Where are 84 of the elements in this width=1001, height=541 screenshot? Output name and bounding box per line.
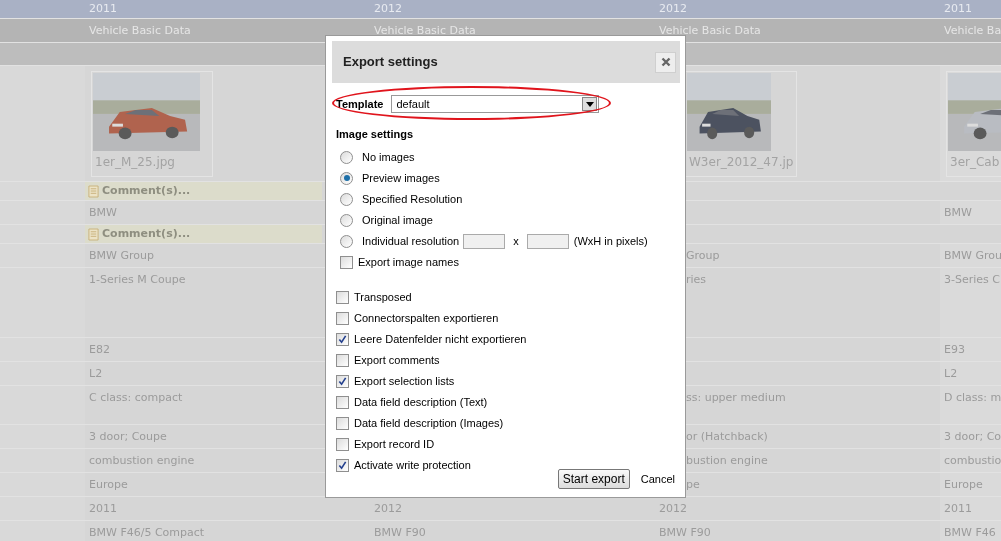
table-cell-text: 2011	[944, 501, 972, 517]
table-cell-text: 3 door; Coupe	[89, 429, 167, 445]
table-cell-text: BMW F46	[944, 525, 996, 541]
close-icon	[660, 57, 671, 67]
table-cell-text: BMW	[944, 205, 972, 221]
radio-button[interactable]	[340, 171, 353, 185]
checkbox[interactable]	[336, 458, 349, 472]
checkbox[interactable]	[336, 374, 349, 388]
hint-label: (WxH in pixels)	[573, 233, 648, 249]
checkbox[interactable]	[336, 311, 349, 325]
start-export-button[interactable]: Start export	[557, 469, 630, 489]
option-label: Preview images	[362, 170, 440, 186]
table-cell-text: BMW F90	[659, 525, 711, 541]
option-label: Individual resolution	[362, 233, 460, 249]
option-label: Export selection lists	[354, 373, 455, 389]
table-cell-text: BMW Group	[89, 248, 154, 264]
checkbox[interactable]	[340, 255, 353, 269]
table-cell-text: 2012	[659, 1, 687, 16]
table-cell-text: BMW	[89, 205, 117, 221]
table-cell-text: BMW Grou	[944, 248, 1001, 264]
table-cell-text: 2012	[659, 501, 687, 517]
option-label: Export comments	[354, 352, 440, 368]
close-button[interactable]	[655, 51, 676, 73]
template-label: Template	[336, 96, 384, 112]
comment-link[interactable]: Comment(s)...	[102, 182, 191, 200]
table-cell-text: Europe	[944, 477, 983, 493]
comment-link[interactable]: Comment(s)...	[102, 225, 191, 243]
option-label: Leere Datenfelder nicht exportieren	[354, 331, 527, 347]
table-cell-text: L2	[89, 366, 103, 382]
table-cell-text: combustion engine	[89, 453, 195, 469]
table-cell-text: 2011	[944, 1, 972, 16]
radio-button[interactable]	[340, 192, 353, 206]
cancel-link[interactable]: Cancel	[640, 470, 675, 488]
table-cell-text: 3 door; Co	[944, 429, 1001, 445]
table-cell-text: ries	[686, 272, 707, 288]
table-cell-text: 3-Series C	[944, 272, 1000, 288]
radio-button[interactable]	[340, 234, 353, 248]
table-cell-text: Group	[686, 248, 720, 264]
option-label: Export image names	[358, 254, 459, 270]
table-cell-text: combustio	[944, 453, 1001, 469]
comment-bar[interactable]: Comment(s)...	[85, 225, 322, 243]
separator-label: x	[513, 233, 519, 249]
width-field[interactable]	[463, 233, 506, 249]
checkbox[interactable]	[336, 332, 349, 346]
checkbox[interactable]	[336, 395, 349, 409]
table-cell-text: C class: compact	[89, 390, 183, 406]
table-cell-text: E93	[944, 342, 965, 358]
table-cell-text: bustion engine	[686, 453, 768, 469]
checkbox[interactable]	[336, 437, 349, 451]
note-icon	[88, 184, 99, 198]
checkbox[interactable]	[336, 353, 349, 367]
table-cell-text: L2	[944, 366, 958, 382]
table-cell-text: pe	[686, 477, 700, 493]
table-cell-text: Europe	[89, 477, 128, 493]
checkbox[interactable]	[336, 290, 349, 304]
table-cell-text: ss: upper medium	[686, 390, 786, 406]
option-label: Data field description (Text)	[354, 394, 488, 410]
dialog-title: Export settings	[343, 53, 438, 72]
option-label: Data field description (Images)	[354, 415, 504, 431]
radio-button[interactable]	[340, 150, 353, 164]
radio-button[interactable]	[340, 213, 353, 227]
note-icon	[88, 227, 99, 241]
option-label: Export record ID	[354, 436, 435, 452]
table-cell-text: 2011	[89, 501, 117, 517]
height-field[interactable]	[526, 233, 569, 249]
table-cell-text: BMW F90	[374, 525, 426, 541]
option-label: Activate write protection	[354, 457, 471, 473]
option-label: Specified Resolution	[362, 191, 463, 207]
option-label: Original image	[362, 212, 433, 228]
template-dropdown[interactable]: default	[391, 95, 600, 113]
option-label: Transposed	[354, 289, 412, 305]
comment-bar[interactable]: Comment(s)...	[85, 182, 322, 200]
table-cell-text: or (Hatchback)	[686, 429, 768, 445]
table-cell-text: 1-Series M Coupe	[89, 272, 186, 288]
table-cell-text: 2012	[374, 501, 402, 517]
section-heading: Image settings	[336, 127, 415, 142]
checkbox[interactable]	[336, 416, 349, 430]
option-label: Connectorspalten exportieren	[354, 310, 499, 326]
option-label: No images	[362, 149, 415, 165]
table-cell-text: 2011	[89, 1, 117, 16]
table-cell-text: BMW F46/5 Compact	[89, 525, 205, 541]
table-cell-text: 2012	[374, 1, 402, 16]
table-cell-text: E82	[89, 342, 110, 358]
table-cell-text: D class: m	[944, 390, 1001, 406]
